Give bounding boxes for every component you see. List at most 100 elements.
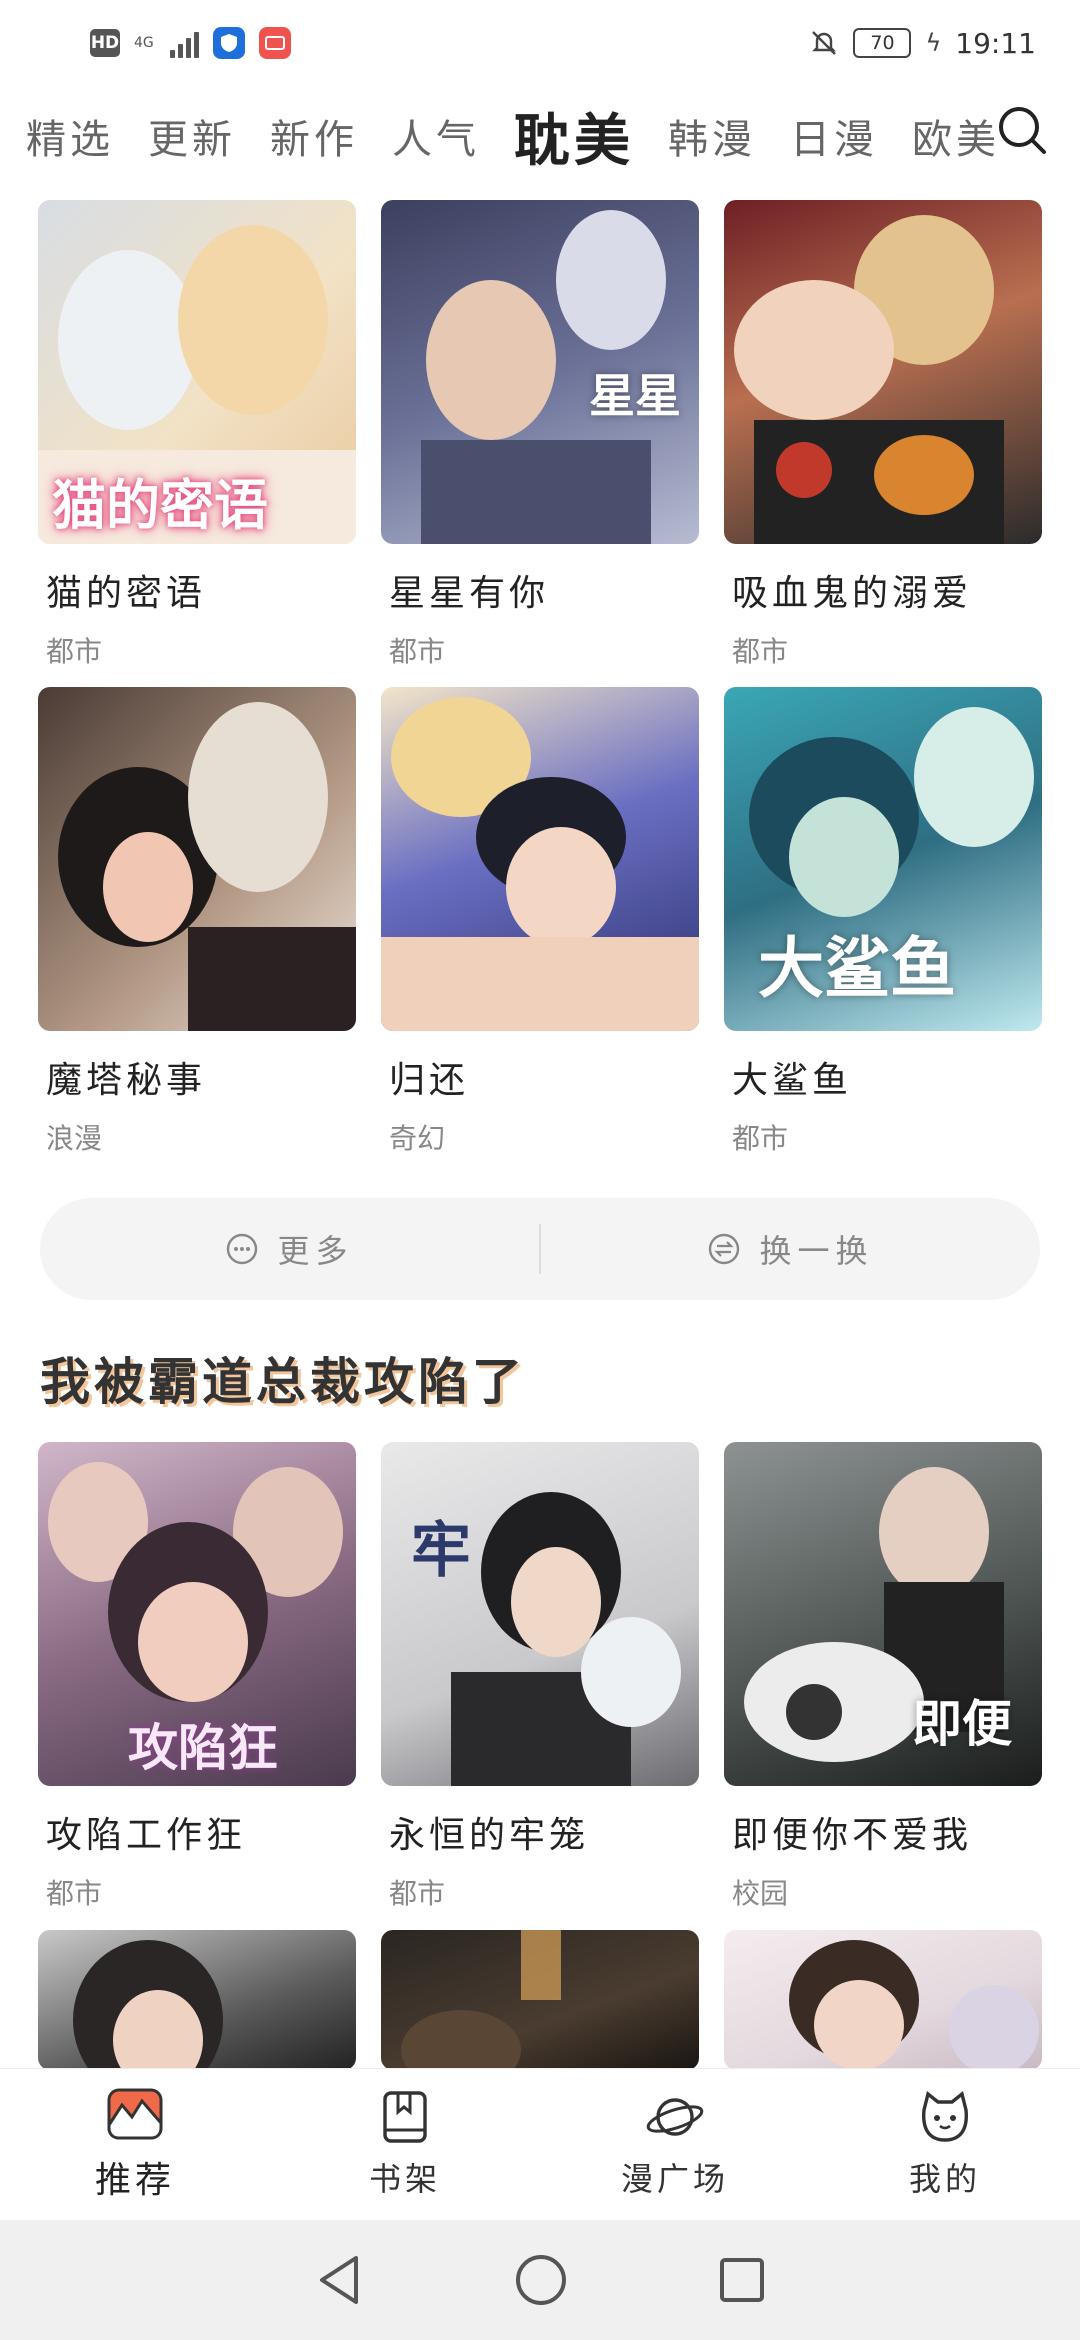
nav-bookshelf[interactable]: 书架 bbox=[270, 2069, 540, 2220]
more-button[interactable]: 更多 bbox=[40, 1226, 539, 1272]
comic-genre: 都市 bbox=[732, 635, 789, 668]
comic-app-icon bbox=[258, 27, 291, 59]
planet-icon bbox=[646, 2097, 704, 2136]
cat-face-icon bbox=[922, 2090, 968, 2142]
comic-genre: 校园 bbox=[732, 1877, 789, 1910]
comic-card[interactable] bbox=[381, 1930, 699, 2070]
mute-icon bbox=[809, 28, 839, 58]
nav-mine[interactable]: 我的 bbox=[810, 2069, 1080, 2220]
comic-grid-row-2: 魔塔秘事 浪漫 归还 奇幻 大鲨鱼 大鲨鱼 都市 bbox=[38, 687, 1042, 1157]
comic-card[interactable] bbox=[724, 1930, 1042, 2070]
comic-cover: 猫的密语 bbox=[38, 200, 356, 544]
comic-title: 猫的密语 bbox=[46, 573, 207, 614]
more-label: 更多 bbox=[277, 1232, 354, 1270]
comic-cover bbox=[38, 1930, 356, 2070]
comic-card[interactable]: 即便 即便你不爱我 校园 bbox=[724, 1442, 1042, 1912]
cover-title-text: 即便 bbox=[912, 1695, 1012, 1753]
tab-western[interactable]: 欧美 bbox=[912, 107, 1000, 165]
tab-bl[interactable]: 耽美 bbox=[514, 96, 634, 177]
search-button[interactable] bbox=[992, 100, 1052, 160]
cover-title-text: 猫的密语 bbox=[52, 474, 268, 537]
comic-card[interactable]: 牢 永恒的牢笼 都市 bbox=[381, 1442, 699, 1912]
comic-title: 大鲨鱼 bbox=[732, 1060, 853, 1101]
comic-genre: 浪漫 bbox=[46, 1122, 103, 1155]
comic-cover: 攻陷狂 bbox=[38, 1442, 356, 1786]
hd-badge: HD bbox=[90, 29, 120, 57]
comic-cover: 即便 bbox=[724, 1442, 1042, 1786]
nav-label: 我的 bbox=[908, 2159, 981, 2198]
status-bar: HD 4G 70 ϟ 19:11 bbox=[0, 0, 1080, 86]
comic-cover bbox=[38, 687, 356, 1031]
security-app-icon bbox=[212, 27, 245, 59]
network-type: 4G bbox=[134, 35, 154, 51]
comic-cover bbox=[724, 200, 1042, 544]
comic-card[interactable]: 猫的密语 猫的密语 都市 bbox=[38, 200, 356, 670]
nav-plaza[interactable]: 漫广场 bbox=[540, 2069, 810, 2220]
status-right: 70 ϟ 19:11 bbox=[809, 27, 1036, 60]
comic-title: 星星有你 bbox=[389, 573, 550, 614]
cover-title-text: 牢 bbox=[411, 1516, 471, 1586]
bottom-nav: 推荐 书架 漫广场 我的 bbox=[0, 2068, 1080, 2220]
book-icon bbox=[383, 2090, 427, 2143]
battery-indicator: 70 bbox=[853, 28, 912, 58]
tab-japanese[interactable]: 日漫 bbox=[790, 107, 878, 165]
comic-cover: 星星 bbox=[381, 200, 699, 544]
cover-title-text: 星星 bbox=[589, 369, 681, 423]
comic-card[interactable]: 星星 星星有你 都市 bbox=[381, 200, 699, 670]
more-icon bbox=[227, 1233, 258, 1265]
system-nav-bar bbox=[0, 2220, 1080, 2340]
comic-genre: 都市 bbox=[46, 635, 103, 668]
refresh-label: 换一换 bbox=[759, 1232, 874, 1270]
nav-label: 书架 bbox=[368, 2159, 441, 2198]
comic-genre: 都市 bbox=[732, 1122, 789, 1155]
tab-korean[interactable]: 韩漫 bbox=[668, 107, 756, 165]
nav-recommend[interactable]: 推荐 bbox=[0, 2069, 270, 2220]
comic-title: 归还 bbox=[389, 1060, 470, 1101]
comic-card[interactable]: 魔塔秘事 浪漫 bbox=[38, 687, 356, 1157]
comic-card[interactable] bbox=[38, 1930, 356, 2070]
action-bar: 更多 换一换 bbox=[40, 1198, 1040, 1300]
home-icon[interactable] bbox=[514, 2253, 568, 2307]
signal-icon bbox=[169, 28, 199, 58]
charging-icon: ϟ bbox=[925, 29, 942, 57]
comic-card[interactable]: 攻陷狂 攻陷工作狂 都市 bbox=[38, 1442, 356, 1912]
comic-cover bbox=[724, 1930, 1042, 2070]
tab-popular[interactable]: 人气 bbox=[392, 107, 480, 165]
search-icon bbox=[999, 107, 1046, 154]
tab-new-works[interactable]: 新作 bbox=[270, 107, 358, 165]
comic-title: 即便你不爱我 bbox=[732, 1815, 973, 1856]
comic-cover bbox=[381, 1930, 699, 2070]
back-icon[interactable] bbox=[314, 2252, 364, 2308]
clock: 19:11 bbox=[955, 26, 1036, 60]
refresh-button[interactable]: 换一换 bbox=[541, 1226, 1040, 1272]
comic-genre: 奇幻 bbox=[389, 1122, 446, 1155]
comic-card[interactable]: 吸血鬼的溺爱 都市 bbox=[724, 200, 1042, 670]
comic-cover: 牢 bbox=[381, 1442, 699, 1786]
status-left: HD 4G bbox=[90, 27, 291, 59]
section-grid: 攻陷狂 攻陷工作狂 都市 牢 永恒的牢笼 都市 即便 即便你不爱我 校园 bbox=[38, 1442, 1042, 1912]
comic-card[interactable]: 大鲨鱼 大鲨鱼 都市 bbox=[724, 687, 1042, 1157]
comic-grid-row-partial bbox=[38, 1930, 1042, 2070]
comic-title: 吸血鬼的溺爱 bbox=[732, 573, 973, 614]
recents-icon[interactable] bbox=[718, 2256, 766, 2304]
comic-title: 魔塔秘事 bbox=[46, 1060, 207, 1101]
comic-grid-row-1: 猫的密语 猫的密语 都市 星星 星星有你 都市 吸血鬼的溺爱 都市 bbox=[38, 200, 1042, 670]
recommend-icon bbox=[107, 2088, 163, 2139]
comic-genre: 都市 bbox=[46, 1877, 103, 1910]
comic-title: 攻陷工作狂 bbox=[46, 1815, 247, 1856]
tab-featured[interactable]: 精选 bbox=[26, 107, 114, 165]
tab-updates[interactable]: 更新 bbox=[148, 107, 236, 165]
cover-title-text: 攻陷狂 bbox=[128, 1719, 278, 1777]
comic-genre: 都市 bbox=[389, 635, 446, 668]
nav-label: 推荐 bbox=[94, 2159, 175, 2201]
comic-cover: 大鲨鱼 bbox=[724, 687, 1042, 1031]
nav-label: 漫广场 bbox=[620, 2159, 729, 2198]
comic-cover bbox=[381, 687, 699, 1031]
category-tabs: 精选 更新 新作 人气 耽美 韩漫 日漫 欧美 bbox=[0, 96, 1080, 176]
comic-title: 永恒的牢笼 bbox=[389, 1815, 590, 1856]
section-title: 我被霸道总裁攻陷了 bbox=[40, 1352, 526, 1411]
swap-icon bbox=[709, 1233, 740, 1265]
comic-card[interactable]: 归还 奇幻 bbox=[381, 687, 699, 1157]
comic-genre: 都市 bbox=[389, 1877, 446, 1910]
cover-title-text: 大鲨鱼 bbox=[758, 930, 956, 1007]
